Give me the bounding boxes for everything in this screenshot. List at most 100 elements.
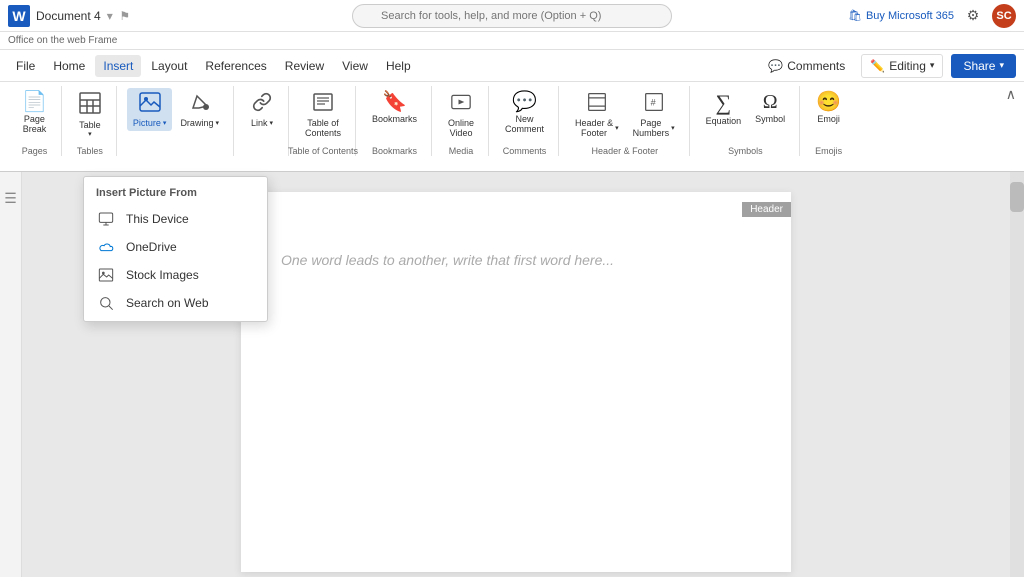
picture-button-bottom[interactable]: Picture ▾ — [127, 118, 173, 131]
dropdown-header: Insert Picture From — [84, 181, 267, 205]
this-device-item[interactable]: This Device — [84, 205, 267, 233]
editing-button[interactable]: ✏️ Editing ▾ — [861, 54, 943, 78]
picture-button[interactable]: Picture ▾ — [127, 88, 173, 131]
bookmarks-group-label: Bookmarks — [372, 146, 417, 156]
ribbon-group-media: OnlineVideo Media — [434, 86, 489, 156]
menu-review[interactable]: Review — [277, 55, 332, 77]
symbol-button[interactable]: Ω Symbol — [749, 88, 791, 128]
buy-ms-icon: 🛍 — [848, 9, 862, 22]
page-numbers-button[interactable]: # PageNumbers ▾ — [627, 88, 681, 142]
bookmarks-buttons: 🔖 Bookmarks — [366, 86, 423, 128]
picture-button-top[interactable] — [133, 88, 167, 118]
onedrive-icon — [96, 239, 116, 255]
toc-button[interactable]: Table ofContents — [299, 88, 347, 142]
chevron-down-icon: ▾ — [930, 60, 935, 71]
drawing-icon — [189, 92, 211, 116]
menu-view[interactable]: View — [334, 55, 376, 77]
link-icon — [251, 92, 273, 116]
table-icon — [79, 92, 101, 118]
document-page: Header One word leads to another, write … — [241, 192, 791, 572]
comments-ribbon-buttons: 💬 NewComment — [499, 86, 550, 138]
new-comment-icon: 💬 — [512, 92, 537, 112]
table-button[interactable]: Table ▾ — [72, 88, 108, 142]
header-footer-buttons: Header &Footer ▾ # PageNumbers ▾ — [569, 86, 681, 142]
svg-text:#: # — [650, 97, 656, 107]
onedrive-item[interactable]: OneDrive — [84, 233, 267, 261]
ribbon-group-toc: Table ofContents Table of Contents — [291, 86, 356, 156]
search-on-web-item[interactable]: Search on Web — [84, 289, 267, 317]
new-comment-button[interactable]: 💬 NewComment — [499, 88, 550, 138]
doc-title: Document 4 — [36, 9, 101, 23]
link-button[interactable]: Link ▾ — [244, 88, 280, 132]
ribbon-group-symbols: ∑ Equation Ω Symbol Symbols — [692, 86, 801, 156]
vertical-scrollbar[interactable] — [1010, 172, 1024, 577]
drawing-button-bottom[interactable]: Drawing ▾ — [174, 118, 225, 131]
document-placeholder[interactable]: One word leads to another, write that fi… — [241, 192, 791, 328]
page-break-button[interactable]: 📄 PageBreak — [16, 88, 53, 138]
ribbon-group-header-footer: Header &Footer ▾ # PageNumbers ▾ — [561, 86, 690, 156]
menu-insert[interactable]: Insert — [95, 55, 141, 77]
menu-bar: File Home Insert Layout References Revie… — [0, 50, 1024, 82]
toc-group-label: Table of Contents — [288, 146, 358, 156]
bookmarks-icon: 🔖 — [382, 92, 407, 112]
equation-button[interactable]: ∑ Equation — [700, 88, 748, 130]
header-footer-button[interactable]: Header &Footer ▾ — [569, 88, 625, 142]
menu-bar-right: 💬 Comments ✏️ Editing ▾ Share ▾ — [760, 54, 1016, 78]
menu-help[interactable]: Help — [378, 55, 419, 77]
ribbon-group-tables: Table ▾ Tables — [64, 86, 117, 156]
toc-buttons: Table ofContents — [299, 86, 347, 142]
onedrive-label: OneDrive — [126, 240, 177, 254]
menu-layout[interactable]: Layout — [143, 55, 195, 77]
doc-title-extra: ▾ ⚑ — [107, 9, 130, 23]
ribbon-content: 📄 PageBreak Pages — [0, 82, 1024, 171]
settings-button[interactable]: ⚙ — [962, 5, 984, 27]
ribbon-group-comments: 💬 NewComment Comments — [491, 86, 559, 156]
left-sidebar-area: ☰ — [0, 172, 22, 577]
ribbon-group-bookmarks: 🔖 Bookmarks Bookmarks — [358, 86, 432, 156]
stock-images-item[interactable]: Stock Images — [84, 261, 267, 289]
header-label: Header — [742, 202, 791, 217]
stock-images-label: Stock Images — [126, 268, 199, 282]
ribbon-group-emojis: 😊 Emoji Emojis — [802, 86, 855, 156]
tables-group-label: Tables — [77, 146, 103, 156]
links-buttons: Link ▾ — [244, 86, 280, 132]
menu-file[interactable]: File — [8, 55, 43, 77]
emoji-button[interactable]: 😊 Emoji — [810, 88, 847, 128]
menu-home[interactable]: Home — [45, 55, 93, 77]
word-logo: W — [8, 5, 30, 27]
share-button[interactable]: Share ▾ — [951, 54, 1016, 78]
page-numbers-chevron: ▾ — [671, 124, 675, 132]
app-bar-text: Office on the web Frame — [8, 35, 117, 46]
ribbon-group-pages: 📄 PageBreak Pages — [8, 86, 62, 156]
drawing-chevron: ▾ — [215, 119, 219, 127]
pages-buttons: 📄 PageBreak — [16, 86, 53, 138]
ribbon-collapse-button[interactable]: ∧ — [1006, 86, 1016, 103]
title-bar-right: 🛍 Buy Microsoft 365 ⚙ SC — [848, 4, 1016, 28]
pencil-icon: ✏️ — [870, 59, 885, 73]
online-video-button[interactable]: OnlineVideo — [442, 88, 480, 142]
page-break-icon: 📄 — [22, 92, 47, 112]
sidebar-toggle[interactable]: ☰ — [4, 190, 17, 207]
avatar[interactable]: SC — [992, 4, 1016, 28]
search-input[interactable] — [352, 4, 672, 28]
comments-button[interactable]: 💬 Comments — [760, 55, 853, 77]
symbols-buttons: ∑ Equation Ω Symbol — [700, 86, 792, 130]
bookmarks-button[interactable]: 🔖 Bookmarks — [366, 88, 423, 128]
stock-images-icon — [96, 267, 116, 283]
drawing-button-top[interactable] — [183, 88, 217, 118]
ribbon-group-links: Link ▾ — [236, 86, 289, 156]
header-footer-icon — [586, 92, 608, 116]
illustrations-buttons: Picture ▾ Drawing — [127, 86, 225, 131]
buy-microsoft-button[interactable]: 🛍 Buy Microsoft 365 — [848, 9, 954, 22]
media-buttons: OnlineVideo — [442, 86, 480, 142]
search-area: 🔍 — [352, 4, 672, 28]
drawing-button[interactable]: Drawing ▾ — [174, 88, 225, 131]
menu-references[interactable]: References — [197, 55, 274, 77]
tables-buttons: Table ▾ — [72, 86, 108, 142]
comments-icon: 💬 — [768, 59, 783, 73]
search-on-web-label: Search on Web — [126, 296, 209, 310]
symbols-group-label: Symbols — [728, 146, 763, 156]
drawing-label: Drawing — [180, 118, 213, 128]
picture-icon — [139, 92, 161, 116]
table-chevron: ▾ — [88, 130, 92, 138]
